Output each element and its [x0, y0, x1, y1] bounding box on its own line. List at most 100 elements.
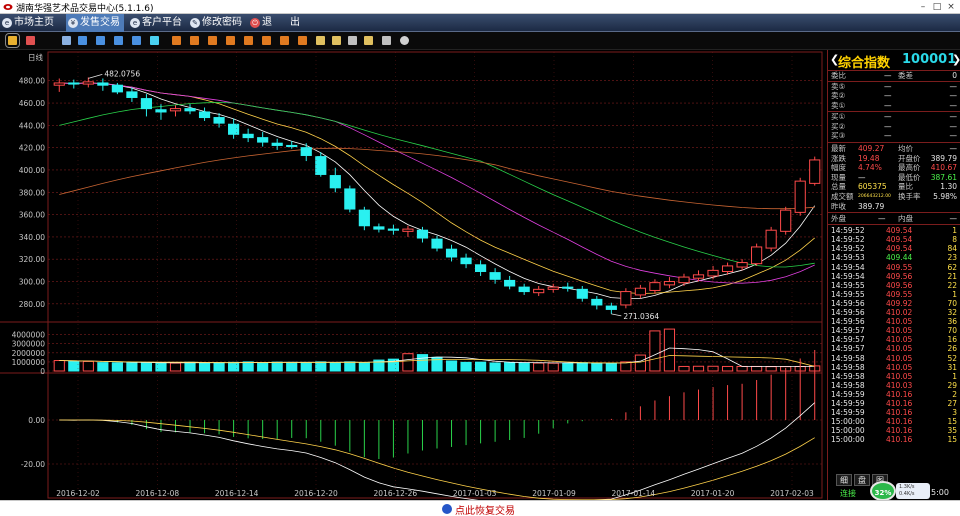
- candle-body[interactable]: [591, 298, 603, 306]
- menu-market-home[interactable]: e 市场主页: [0, 14, 54, 32]
- next-arrow-icon[interactable]: ❯: [952, 53, 960, 66]
- month-icon[interactable]: [96, 36, 105, 45]
- candle-body[interactable]: [504, 279, 516, 287]
- candle-body[interactable]: [358, 209, 370, 227]
- volume-bar[interactable]: [271, 361, 283, 372]
- candle-body[interactable]: [140, 98, 153, 110]
- candle-body[interactable]: [751, 246, 763, 265]
- candle-body[interactable]: [445, 248, 458, 258]
- volume-bar[interactable]: [68, 360, 80, 372]
- volume-bar[interactable]: [358, 362, 370, 372]
- indicator-icon[interactable]: [280, 36, 289, 45]
- period-icon[interactable]: [262, 36, 271, 45]
- candle-body[interactable]: [184, 108, 196, 112]
- candle-body[interactable]: [649, 282, 661, 291]
- volume-bar[interactable]: [286, 361, 298, 372]
- candle-body[interactable]: [271, 142, 283, 146]
- candle-body[interactable]: [213, 117, 225, 124]
- volume-bar[interactable]: [634, 354, 646, 372]
- close-button[interactable]: ×: [944, 1, 958, 13]
- min60-icon[interactable]: [244, 36, 253, 45]
- candle-body[interactable]: [329, 175, 341, 189]
- kline-chart[interactable]: 日线 480.00 460.00 440.00 420.00 400.00 380.00 36…: [0, 50, 826, 500]
- candle-body[interactable]: [344, 188, 356, 210]
- volume-bar[interactable]: [445, 360, 458, 372]
- candle-body[interactable]: [68, 82, 80, 85]
- candle-body[interactable]: [242, 133, 254, 139]
- volume-bar[interactable]: [605, 362, 617, 372]
- note-icon[interactable]: [316, 36, 325, 45]
- volume-bar[interactable]: [692, 365, 705, 372]
- volume-bar[interactable]: [344, 361, 356, 372]
- candle-body[interactable]: [736, 262, 748, 268]
- candle-body[interactable]: [97, 82, 109, 86]
- tab-detail[interactable]: 细: [836, 474, 852, 486]
- candle-body[interactable]: [315, 156, 327, 175]
- candle-body[interactable]: [169, 108, 182, 112]
- candle-body[interactable]: [562, 286, 574, 289]
- candle-body[interactable]: [721, 265, 734, 272]
- reset-icon[interactable]: [382, 36, 391, 45]
- volume-bar[interactable]: [155, 362, 167, 372]
- zoom-out-icon[interactable]: [364, 36, 373, 45]
- volume-bar[interactable]: [300, 361, 312, 372]
- candle-body[interactable]: [228, 123, 240, 135]
- network-speed-badge[interactable]: 32%: [870, 481, 896, 501]
- calendar-icon[interactable]: [62, 36, 71, 45]
- candle-body[interactable]: [387, 228, 400, 231]
- draw-icon[interactable]: [298, 36, 307, 45]
- candle-body[interactable]: [489, 272, 501, 280]
- volume-bar[interactable]: [140, 362, 153, 372]
- volume-bar[interactable]: [228, 361, 240, 372]
- volume-bar[interactable]: [315, 361, 327, 372]
- volume-bar[interactable]: [213, 362, 225, 372]
- trend-icon[interactable]: [26, 36, 35, 45]
- candle-body[interactable]: [300, 147, 312, 156]
- min1-icon[interactable]: [172, 36, 181, 45]
- candle-body[interactable]: [794, 180, 806, 213]
- candle-body[interactable]: [416, 229, 429, 239]
- candle-body[interactable]: [53, 82, 65, 86]
- volume-bar[interactable]: [169, 362, 182, 372]
- volume-bar[interactable]: [126, 362, 138, 372]
- minimize-button[interactable]: –: [916, 1, 930, 13]
- candle-body[interactable]: [286, 144, 298, 148]
- volume-bar[interactable]: [416, 354, 429, 372]
- candle-body[interactable]: [82, 81, 94, 85]
- candle-body[interactable]: [460, 257, 472, 265]
- candle-body[interactable]: [605, 305, 617, 310]
- volume-bar[interactable]: [184, 361, 196, 372]
- volume-bar[interactable]: [329, 362, 341, 372]
- candle-body[interactable]: [373, 226, 385, 230]
- year-icon[interactable]: [132, 36, 141, 45]
- restore-trade-link[interactable]: 点此恢复交易: [442, 502, 515, 516]
- volume-bar[interactable]: [576, 362, 588, 372]
- volume-bar[interactable]: [489, 362, 501, 372]
- candle-body[interactable]: [620, 291, 632, 306]
- volume-bar[interactable]: [402, 353, 414, 372]
- candle-body[interactable]: [198, 111, 211, 119]
- candle-body[interactable]: [663, 281, 676, 286]
- volume-bar[interactable]: [591, 362, 603, 372]
- volume-bar[interactable]: [111, 362, 123, 372]
- volume-bar[interactable]: [198, 362, 211, 372]
- tab-book[interactable]: 盘: [854, 474, 870, 486]
- volume-bar[interactable]: [533, 362, 545, 372]
- volume-bar[interactable]: [475, 361, 487, 372]
- candle-body[interactable]: [431, 238, 443, 249]
- candle-body[interactable]: [111, 84, 123, 93]
- volume-bar[interactable]: [518, 362, 530, 372]
- candle-body[interactable]: [257, 137, 269, 143]
- volume-bar[interactable]: [751, 365, 763, 372]
- candle-body[interactable]: [809, 159, 821, 184]
- volume-bar[interactable]: [649, 330, 661, 372]
- candle-body[interactable]: [475, 264, 487, 272]
- grid-icon[interactable]: [150, 36, 159, 45]
- volume-bar[interactable]: [765, 366, 777, 372]
- volume-bar[interactable]: [460, 361, 472, 372]
- candle-body[interactable]: [634, 287, 646, 296]
- volume-bar[interactable]: [53, 360, 65, 372]
- volume-bar[interactable]: [547, 362, 559, 372]
- volume-bar[interactable]: [620, 361, 632, 372]
- candle-body[interactable]: [678, 276, 690, 284]
